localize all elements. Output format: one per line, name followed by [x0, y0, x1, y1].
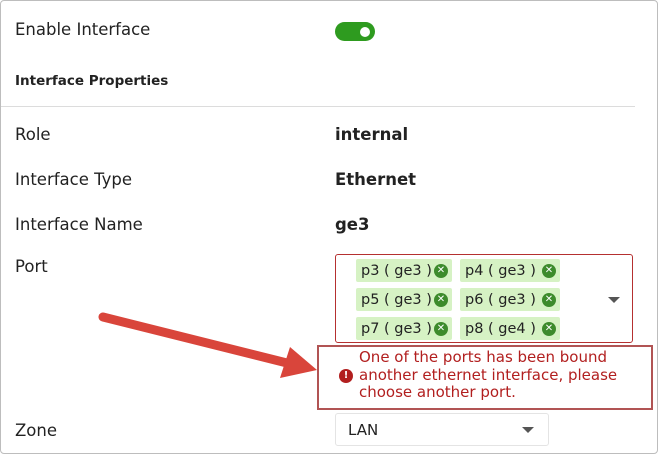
- annotation-arrow-head: [280, 347, 317, 378]
- interface-settings-panel: Enable Interface Interface Properties Ro…: [0, 0, 658, 454]
- annotation-arrow-shaft: [98, 312, 296, 369]
- red-arrow-annotation: [98, 312, 317, 378]
